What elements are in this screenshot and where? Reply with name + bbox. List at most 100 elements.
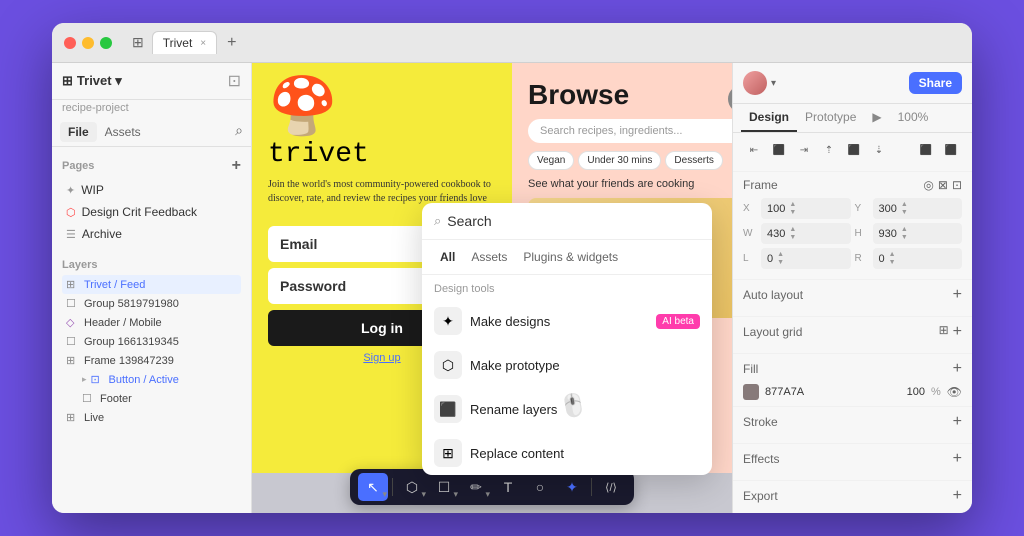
- fill-hex-value[interactable]: 877A7A: [765, 386, 889, 398]
- l-stepper[interactable]: ▲▼: [777, 251, 784, 266]
- layer-footer[interactable]: ☐ Footer: [78, 389, 241, 408]
- popup-search-bar[interactable]: ⌕ Search: [422, 203, 712, 240]
- layer-group-2[interactable]: ☐ Group 1661319345: [62, 332, 241, 351]
- stroke-add-icon[interactable]: +: [953, 413, 962, 431]
- x-field[interactable]: 100 ▲▼: [761, 198, 851, 219]
- rp-zoom[interactable]: 100%: [890, 104, 937, 132]
- layer-frame[interactable]: ⊞ Frame 139847239: [62, 351, 241, 370]
- page-item-wip[interactable]: ✦ WIP: [62, 179, 241, 201]
- layer-button-active[interactable]: ▸ ⊡ Button / Active: [78, 370, 241, 389]
- frame-circle-icon[interactable]: ◎: [923, 178, 933, 192]
- popup-tabs: All Assets Plugins & widgets: [422, 240, 712, 275]
- popup-search-input[interactable]: Search: [447, 213, 700, 229]
- page-item-design-crit[interactable]: ⬡ Design Crit Feedback: [62, 201, 241, 223]
- text-tool-button[interactable]: T: [493, 473, 523, 501]
- popup-item-rename-layers[interactable]: ⬛ Rename layers: [422, 387, 712, 431]
- canvas[interactable]: 🍄 trivet Join the world's most community…: [252, 63, 732, 513]
- ellipse-tool-button[interactable]: ○: [525, 473, 555, 501]
- user-avatar-right: [743, 71, 767, 95]
- close-button[interactable]: [64, 37, 76, 49]
- popup-item-replace-content[interactable]: ⊞ Replace content: [422, 431, 712, 475]
- layer-live[interactable]: ⊞ Live: [62, 408, 241, 427]
- minimize-button[interactable]: [82, 37, 94, 49]
- popup-tab-assets[interactable]: Assets: [463, 246, 515, 268]
- rp-tab-design[interactable]: Design: [741, 104, 797, 132]
- fill-visibility-icon[interactable]: 👁: [947, 385, 962, 399]
- tag-30min[interactable]: Under 30 mins: [578, 151, 661, 170]
- popup-tab-plugins[interactable]: Plugins & widgets: [515, 246, 626, 268]
- shape-tool-button[interactable]: ☐ ▾: [429, 473, 459, 501]
- frame-resize-icon[interactable]: ⊡: [952, 178, 962, 192]
- align-center-v-btn[interactable]: ⬛: [843, 139, 865, 161]
- recipe-search-bar[interactable]: Search recipes, ingredients... ›: [528, 119, 732, 143]
- pages-add-icon[interactable]: +: [232, 157, 241, 175]
- tab-close-icon[interactable]: ×: [200, 38, 206, 49]
- sidebar-tab-assets[interactable]: Assets: [97, 122, 149, 142]
- auto-layout-label: Auto layout: [743, 288, 803, 302]
- y-field[interactable]: 300 ▲▼: [873, 198, 963, 219]
- rp-tab-play[interactable]: ▶: [864, 104, 889, 132]
- align-bottom-btn[interactable]: ⇣: [868, 139, 890, 161]
- r-field[interactable]: 0 ▲▼: [873, 248, 963, 269]
- layout-grid-add-icon[interactable]: +: [953, 323, 962, 341]
- layer-header-mobile[interactable]: ◇ Header / Mobile: [62, 313, 241, 332]
- select-tool-button[interactable]: ↖ ▾: [358, 473, 388, 501]
- main-area: ⊞ Trivet ▾ ⊡ recipe-project File Assets …: [52, 63, 972, 513]
- distribute-h-btn[interactable]: ⬛: [915, 139, 937, 161]
- effects-add-icon[interactable]: +: [953, 450, 962, 468]
- frame-grid-icon[interactable]: ⊠: [938, 178, 948, 192]
- share-button[interactable]: Share: [909, 72, 962, 94]
- pages-label: Pages: [62, 160, 94, 172]
- popup-item-make-designs[interactable]: ✦ Make designs AI beta: [422, 299, 712, 343]
- sidebar-search-icon[interactable]: ⌕: [235, 122, 243, 142]
- frame-tool-button[interactable]: ⬡ ▾: [397, 473, 427, 501]
- distribute-v-btn[interactable]: ⬛: [940, 139, 962, 161]
- maximize-button[interactable]: [100, 37, 112, 49]
- r-stepper[interactable]: ▲▼: [889, 251, 896, 266]
- fill-row: 877A7A 100 % 👁: [743, 384, 962, 400]
- stroke-label: Stroke: [743, 415, 778, 429]
- export-add-icon[interactable]: +: [953, 487, 962, 505]
- layer-trivet-feed[interactable]: ⊞ Trivet / Feed: [62, 275, 241, 294]
- h-field[interactable]: 930 ▲▼: [873, 223, 963, 244]
- layer-footer-icon: ☐: [82, 392, 96, 405]
- workspace-label[interactable]: ⊞ Trivet ▾: [62, 73, 122, 89]
- sidebar-tab-file[interactable]: File: [60, 122, 97, 142]
- new-tab-button[interactable]: +: [221, 34, 242, 52]
- popup-tab-all[interactable]: All: [432, 246, 463, 268]
- pen-tool-button[interactable]: ✏ ▾: [461, 473, 491, 501]
- titlebar: ⊞ Trivet × +: [52, 23, 972, 63]
- align-right-btn[interactable]: ⇥: [793, 139, 815, 161]
- effects-section: Effects +: [733, 444, 972, 481]
- x-stepper[interactable]: ▲▼: [789, 201, 796, 216]
- h-stepper[interactable]: ▲▼: [901, 226, 908, 241]
- y-stepper[interactable]: ▲▼: [901, 201, 908, 216]
- ai-beta-badge: AI beta: [656, 314, 700, 329]
- user-dropdown-icon[interactable]: ▾: [771, 78, 776, 89]
- l-label: L: [743, 253, 757, 264]
- code-tool-button[interactable]: ⟨/⟩: [596, 473, 626, 501]
- w-stepper[interactable]: ▲▼: [789, 226, 796, 241]
- layer-group-1[interactable]: ☐ Group 5819791980: [62, 294, 241, 313]
- plugin-tool-button[interactable]: ✦: [557, 473, 587, 501]
- auto-layout-add-icon[interactable]: +: [953, 286, 962, 304]
- align-left-btn[interactable]: ⇤: [743, 139, 765, 161]
- tag-vegan[interactable]: Vegan: [528, 151, 574, 170]
- tab-trivet[interactable]: Trivet ×: [152, 31, 217, 54]
- fill-add-icon[interactable]: +: [953, 360, 962, 378]
- rp-tab-prototype[interactable]: Prototype: [797, 104, 864, 132]
- rename-layers-icon: ⬛: [434, 395, 462, 423]
- tag-desserts[interactable]: Desserts: [665, 151, 722, 170]
- w-field[interactable]: 430 ▲▼: [761, 223, 851, 244]
- layout-grid-icon[interactable]: ⊞: [939, 323, 949, 341]
- align-center-h-btn[interactable]: ⬛: [768, 139, 790, 161]
- l-field[interactable]: 0 ▲▼: [761, 248, 851, 269]
- page-item-archive[interactable]: ☰ Archive: [62, 223, 241, 245]
- sidebar-collapse-icon[interactable]: ⊡: [228, 71, 241, 91]
- fill-color-swatch[interactable]: [743, 384, 759, 400]
- replace-content-icon: ⊞: [434, 439, 462, 467]
- fill-percent-label: %: [931, 386, 941, 398]
- fill-opacity-value[interactable]: 100: [895, 386, 925, 398]
- popup-item-make-prototype[interactable]: ⬡ Make prototype: [422, 343, 712, 387]
- align-top-btn[interactable]: ⇡: [818, 139, 840, 161]
